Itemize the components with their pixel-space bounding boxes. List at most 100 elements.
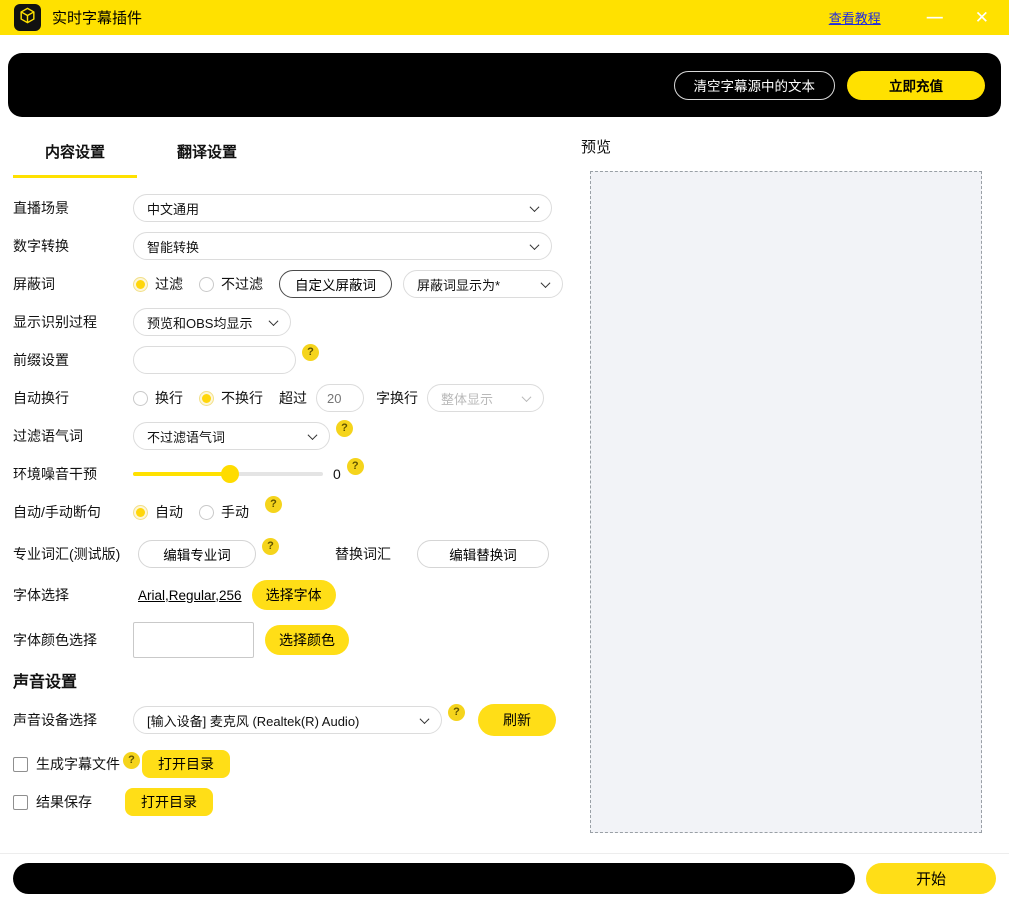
recharge-button[interactable]: 立即充值 xyxy=(847,71,985,100)
radio-no-filter[interactable]: 不过滤 xyxy=(199,274,263,294)
radio-filter[interactable]: 过滤 xyxy=(133,274,183,294)
replace-words-label: 替换词汇 xyxy=(335,544,391,564)
prefix-label: 前缀设置 xyxy=(13,350,133,370)
radio-no-filter-dot[interactable] xyxy=(199,277,214,292)
wrap-mode-select[interactable]: 整体显示 xyxy=(427,384,544,412)
radio-manual-dot[interactable] xyxy=(199,505,214,520)
blocked-words-display-value: 屏蔽词显示为* xyxy=(417,275,500,294)
segmentation-help-icon[interactable]: ? xyxy=(265,496,282,513)
row-sound-device: 声音设备选择 [输入设备] 麦克风 (Realtek(R) Audio) ? 刷… xyxy=(13,704,580,736)
filter-filler-label: 过滤语气词 xyxy=(13,426,133,446)
pro-words-help-icon[interactable]: ? xyxy=(262,538,279,555)
row-pro-words: 专业词汇(测试版) 编辑专业词 ? 替换词汇 编辑替换词 xyxy=(13,540,580,568)
show-process-select[interactable]: 预览和OBS均显示 xyxy=(133,308,291,336)
blocked-words-label: 屏蔽词 xyxy=(13,274,133,294)
row-segmentation: 自动/手动断句 自动 手动 ? xyxy=(13,498,580,526)
radio-manual-segment[interactable]: 手动 xyxy=(199,502,249,522)
app-title: 实时字幕插件 xyxy=(52,7,142,28)
sound-settings-header: 声音设置 xyxy=(13,668,580,692)
preview-panel: 预览 xyxy=(580,141,1009,833)
close-button[interactable]: ✕ xyxy=(975,9,989,26)
font-color-input[interactable] xyxy=(133,622,254,658)
custom-blocked-words-button[interactable]: 自定义屏蔽词 xyxy=(279,270,392,298)
edit-pro-words-button[interactable]: 编辑专业词 xyxy=(138,540,256,568)
font-select-label: 字体选择 xyxy=(13,585,133,605)
refresh-device-button[interactable]: 刷新 xyxy=(478,704,556,736)
choose-color-button[interactable]: 选择颜色 xyxy=(265,625,349,655)
row-noise: 环境噪音干预 0 ? xyxy=(13,460,580,488)
titlebar: 实时字幕插件 查看教程 — ✕ xyxy=(0,0,1009,35)
row-subtitle-file: 生成字幕文件 ? 打开目录 xyxy=(13,750,580,778)
show-process-label: 显示识别过程 xyxy=(13,312,133,332)
live-scene-select[interactable]: 中文通用 xyxy=(133,194,552,222)
wrap-unit-label: 字换行 xyxy=(376,388,418,408)
tab-content-settings[interactable]: 内容设置 xyxy=(13,141,137,178)
filter-filler-value: 不过滤语气词 xyxy=(147,427,225,446)
radio-no-wrap[interactable]: 不换行 xyxy=(199,388,263,408)
row-filter-filler: 过滤语气词 不过滤语气词 ? xyxy=(13,422,580,450)
chevron-down-icon xyxy=(530,202,540,212)
prefix-input[interactable] xyxy=(133,346,296,374)
clear-subtitle-source-button[interactable]: 清空字幕源中的文本 xyxy=(674,71,836,100)
current-font-link[interactable]: Arial,Regular,256 xyxy=(138,588,242,603)
open-subtitle-dir-button[interactable]: 打开目录 xyxy=(142,750,230,778)
radio-filter-dot[interactable] xyxy=(133,277,148,292)
number-convert-label: 数字转换 xyxy=(13,236,133,256)
blocked-words-display-select[interactable]: 屏蔽词显示为* xyxy=(403,270,563,298)
noise-slider-thumb[interactable] xyxy=(221,465,239,483)
subtitle-file-label: 生成字幕文件 xyxy=(36,754,120,774)
subtitle-file-checkbox[interactable] xyxy=(13,757,28,772)
number-convert-select[interactable]: 智能转换 xyxy=(133,232,552,260)
footer-bar: 开始 xyxy=(0,853,1009,903)
chevron-down-icon xyxy=(522,392,532,402)
wrap-mode-value: 整体显示 xyxy=(441,389,493,408)
wrap-char-count-input[interactable] xyxy=(316,384,364,412)
sound-device-value: [输入设备] 麦克风 (Realtek(R) Audio) xyxy=(147,711,359,730)
radio-auto-segment[interactable]: 自动 xyxy=(133,502,183,522)
chevron-down-icon xyxy=(308,430,318,440)
filter-filler-select[interactable]: 不过滤语气词 xyxy=(133,422,330,450)
filter-filler-help-icon[interactable]: ? xyxy=(336,420,353,437)
prefix-help-icon[interactable]: ? xyxy=(302,344,319,361)
status-display-bar xyxy=(13,863,855,894)
noise-slider[interactable] xyxy=(133,465,323,483)
chevron-down-icon xyxy=(530,240,540,250)
top-banner: 清空字幕源中的文本 立即充值 xyxy=(8,53,1001,117)
minimize-button[interactable]: — xyxy=(927,10,943,26)
app-logo xyxy=(14,4,41,31)
radio-wrap-label: 换行 xyxy=(155,388,183,408)
exceed-label: 超过 xyxy=(279,388,307,408)
cube-icon xyxy=(18,6,37,30)
start-button[interactable]: 开始 xyxy=(866,863,996,894)
sound-device-label: 声音设备选择 xyxy=(13,710,133,730)
radio-no-wrap-dot[interactable] xyxy=(199,391,214,406)
preview-area xyxy=(590,171,982,833)
noise-slider-fill xyxy=(133,472,230,476)
chevron-down-icon xyxy=(269,316,279,326)
font-color-label: 字体颜色选择 xyxy=(13,630,133,650)
live-scene-label: 直播场景 xyxy=(13,198,133,218)
number-convert-value: 智能转换 xyxy=(147,237,199,256)
sound-device-help-icon[interactable]: ? xyxy=(448,704,465,721)
radio-auto-dot[interactable] xyxy=(133,505,148,520)
noise-label: 环境噪音干预 xyxy=(13,464,133,484)
live-scene-value: 中文通用 xyxy=(147,199,199,218)
row-prefix: 前缀设置 ? xyxy=(13,346,580,374)
edit-replace-words-button[interactable]: 编辑替换词 xyxy=(417,540,549,568)
view-tutorial-link[interactable]: 查看教程 xyxy=(829,8,881,27)
sound-device-select[interactable]: [输入设备] 麦克风 (Realtek(R) Audio) xyxy=(133,706,442,734)
result-save-label: 结果保存 xyxy=(36,792,125,812)
pro-words-label: 专业词汇(测试版) xyxy=(13,544,138,564)
radio-wrap-dot[interactable] xyxy=(133,391,148,406)
result-save-checkbox[interactable] xyxy=(13,795,28,810)
tab-translation-settings[interactable]: 翻译设置 xyxy=(145,141,269,178)
noise-help-icon[interactable]: ? xyxy=(347,458,364,475)
subtitle-file-help-icon[interactable]: ? xyxy=(123,752,140,769)
open-result-dir-button[interactable]: 打开目录 xyxy=(125,788,213,816)
choose-font-button[interactable]: 选择字体 xyxy=(252,580,336,610)
row-live-scene: 直播场景 中文通用 xyxy=(13,194,580,222)
radio-wrap[interactable]: 换行 xyxy=(133,388,183,408)
segmentation-label: 自动/手动断句 xyxy=(13,502,133,522)
row-auto-wrap: 自动换行 换行 不换行 超过 字换行 整体显示 xyxy=(13,384,580,412)
radio-auto-label: 自动 xyxy=(155,502,183,522)
